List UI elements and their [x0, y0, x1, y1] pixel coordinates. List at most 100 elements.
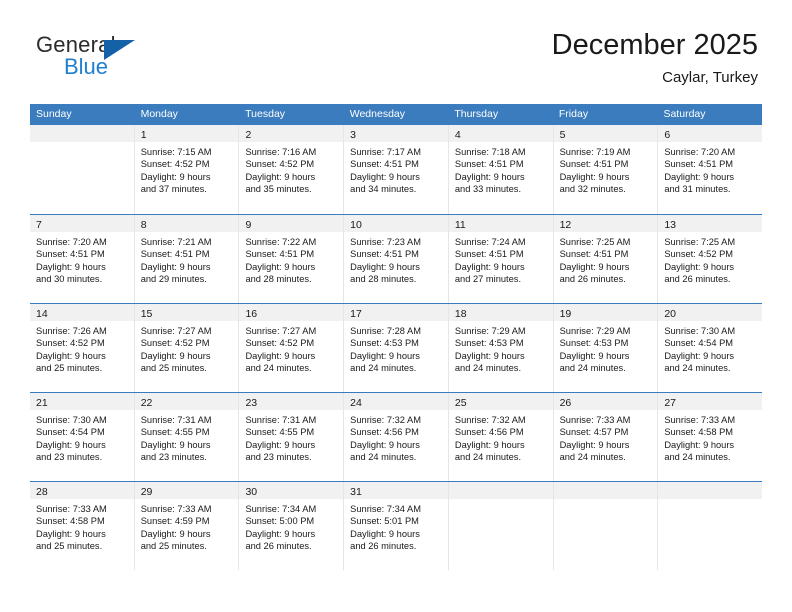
day-cell-29[interactable]: 29 Sunrise: 7:33 AM Sunset: 4:59 PM Dayligh…	[134, 482, 240, 570]
day-details: Sunrise: 7:32 AM Sunset: 4:56 PM Daylight:…	[344, 410, 448, 464]
title-block: December 2025 Caylar, Turkey	[552, 28, 758, 87]
day-details: Sunrise: 7:30 AM Sunset: 4:54 PM Daylight:…	[658, 321, 762, 375]
daylight-text-line2: and 34 minutes.	[350, 184, 417, 195]
day-cell-19[interactable]: 19 Sunrise: 7:29 AM Sunset: 4:53 PM Dayligh…	[553, 304, 659, 392]
daylight-text-line1: Daylight: 9 hours	[350, 350, 420, 361]
day-details: Sunrise: 7:32 AM Sunset: 4:56 PM Daylight:…	[449, 410, 553, 464]
daylight-text-line1: Daylight: 9 hours	[36, 261, 106, 272]
sunset-text: Sunset: 5:00 PM	[245, 516, 315, 527]
day-number: 1	[140, 129, 147, 141]
day-cell-11[interactable]: 11 Sunrise: 7:24 AM Sunset: 4:51 PM Dayligh…	[448, 215, 554, 303]
day-number-band: 21	[30, 393, 134, 410]
sunset-text: Sunset: 4:51 PM	[559, 159, 629, 170]
day-cell-27[interactable]: 27 Sunrise: 7:33 AM Sunset: 4:58 PM Dayligh…	[658, 393, 763, 481]
day-cell-14[interactable]: 14 Sunrise: 7:26 AM Sunset: 4:52 PM Dayligh…	[30, 304, 135, 392]
day-number-band: 1	[134, 125, 239, 142]
daylight-text-line1: Daylight: 9 hours	[140, 439, 211, 450]
calendar-week-row: 7 Sunrise: 7:20 AM Sunset: 4:51 PM Daylight…	[30, 214, 763, 303]
sunset-text: Sunset: 4:54 PM	[664, 338, 734, 349]
day-number-band: 28	[30, 482, 134, 499]
daylight-text-line2: and 31 minutes.	[664, 184, 731, 195]
sunset-text: Sunset: 4:51 PM	[140, 249, 210, 260]
day-details: Sunrise: 7:27 AM Sunset: 4:52 PM Daylight:…	[135, 321, 239, 375]
day-cell-4[interactable]: 4 Sunrise: 7:18 AM Sunset: 4:51 PM Daylight…	[448, 125, 554, 214]
day-cell-1[interactable]: 1 Sunrise: 7:15 AM Sunset: 4:52 PM Daylight…	[134, 125, 240, 214]
sunset-text: Sunset: 4:52 PM	[140, 159, 210, 170]
day-cell-22[interactable]: 22 Sunrise: 7:31 AM Sunset: 4:55 PM Dayligh…	[134, 393, 240, 481]
day-cell-21[interactable]: 21 Sunrise: 7:30 AM Sunset: 4:54 PM Dayligh…	[30, 393, 135, 481]
day-details	[30, 142, 134, 146]
daylight-text-line1: Daylight: 9 hours	[140, 350, 211, 361]
day-cell-3[interactable]: 3 Sunrise: 7:17 AM Sunset: 4:51 PM Daylight…	[344, 125, 449, 214]
day-cell-20[interactable]: 20 Sunrise: 7:30 AM Sunset: 4:54 PM Dayligh…	[658, 304, 763, 392]
day-details	[554, 499, 658, 503]
day-details: Sunrise: 7:34 AM Sunset: 5:00 PM Daylight:…	[239, 499, 343, 553]
daylight-text-line2: and 32 minutes.	[559, 184, 626, 195]
day-number: 15	[140, 308, 153, 320]
day-number-band: 24	[344, 393, 448, 410]
daylight-text-line1: Daylight: 9 hours	[140, 171, 211, 182]
day-details: Sunrise: 7:33 AM Sunset: 4:59 PM Daylight:…	[135, 499, 239, 553]
day-details: Sunrise: 7:31 AM Sunset: 4:55 PM Daylight:…	[135, 410, 239, 464]
day-cell-18[interactable]: 18 Sunrise: 7:29 AM Sunset: 4:53 PM Dayligh…	[448, 304, 554, 392]
day-number: 6	[664, 129, 671, 141]
day-cell-30[interactable]: 30 Sunrise: 7:34 AM Sunset: 5:00 PM Dayligh…	[239, 482, 345, 570]
location-subtitle: Caylar, Turkey	[662, 69, 758, 86]
day-cell-9[interactable]: 9 Sunrise: 7:22 AM Sunset: 4:51 PM Daylight…	[239, 215, 345, 303]
day-number: 25	[454, 397, 467, 409]
day-cell-16[interactable]: 16 Sunrise: 7:27 AM Sunset: 4:52 PM Dayligh…	[239, 304, 345, 392]
day-details	[449, 499, 553, 503]
daylight-text-line1: Daylight: 9 hours	[664, 261, 735, 272]
day-number-band: 14	[30, 304, 134, 321]
day-number: 18	[454, 308, 467, 320]
day-number: 5	[559, 129, 566, 141]
day-number-band: 18	[448, 304, 553, 321]
day-cell-28[interactable]: 28 Sunrise: 7:33 AM Sunset: 4:58 PM Dayligh…	[30, 482, 135, 570]
sunrise-text: Sunrise: 7:30 AM	[36, 415, 107, 425]
day-cell-12[interactable]: 12 Sunrise: 7:25 AM Sunset: 4:51 PM Dayligh…	[553, 215, 659, 303]
daylight-text-line1: Daylight: 9 hours	[245, 171, 316, 182]
daylight-text-line2: and 24 minutes.	[350, 363, 417, 374]
sunrise-text: Sunrise: 7:22 AM	[245, 237, 317, 247]
day-cell-10[interactable]: 10 Sunrise: 7:23 AM Sunset: 4:51 PM Dayligh…	[344, 215, 449, 303]
day-cell-31[interactable]: 31 Sunrise: 7:34 AM Sunset: 5:01 PM Dayligh…	[344, 482, 449, 570]
daylight-text-line1: Daylight: 9 hours	[36, 350, 106, 361]
day-details	[658, 499, 762, 503]
daylight-text-line2: and 26 minutes.	[664, 274, 731, 285]
sunrise-text: Sunrise: 7:25 AM	[559, 237, 631, 247]
day-cell-13[interactable]: 13 Sunrise: 7:25 AM Sunset: 4:52 PM Dayligh…	[658, 215, 763, 303]
sunrise-text: Sunrise: 7:28 AM	[350, 326, 421, 336]
general-blue-logo[interactable]: General Blue	[36, 33, 216, 89]
daylight-text-line2: and 24 minutes.	[454, 452, 522, 463]
calendar-week-row: 28 Sunrise: 7:33 AM Sunset: 4:58 PM Dayligh…	[30, 481, 763, 570]
day-cell-2[interactable]: 2 Sunrise: 7:16 AM Sunset: 4:52 PM Daylight…	[239, 125, 345, 214]
day-number: 7	[36, 219, 42, 231]
day-number-band: 8	[134, 215, 239, 232]
daylight-text-line1: Daylight: 9 hours	[664, 350, 735, 361]
sunrise-text: Sunrise: 7:18 AM	[454, 147, 526, 157]
day-details: Sunrise: 7:26 AM Sunset: 4:52 PM Daylight:…	[30, 321, 134, 375]
day-details: Sunrise: 7:29 AM Sunset: 4:53 PM Daylight:…	[449, 321, 553, 375]
day-cell-24[interactable]: 24 Sunrise: 7:32 AM Sunset: 4:56 PM Dayligh…	[344, 393, 449, 481]
weekday-header-saturday: Saturday	[663, 108, 706, 120]
day-cell-8[interactable]: 8 Sunrise: 7:21 AM Sunset: 4:51 PM Daylight…	[134, 215, 240, 303]
calendar-grid: Sunday Monday Tuesday Wednesday Thursday Frid…	[30, 104, 763, 570]
day-cell-6[interactable]: 6 Sunrise: 7:20 AM Sunset: 4:51 PM Daylight…	[658, 125, 763, 214]
daylight-text-line1: Daylight: 9 hours	[559, 261, 630, 272]
day-cell-25[interactable]: 25 Sunrise: 7:32 AM Sunset: 4:56 PM Dayligh…	[448, 393, 554, 481]
sunset-text: Sunset: 4:52 PM	[36, 338, 105, 349]
weekday-header-wednesday: Wednesday	[349, 108, 405, 120]
day-cell-5[interactable]: 5 Sunrise: 7:19 AM Sunset: 4:51 PM Daylight…	[553, 125, 659, 214]
daylight-text-line1: Daylight: 9 hours	[36, 528, 106, 539]
day-number-band: 13	[658, 215, 763, 232]
day-number-band: 23	[239, 393, 344, 410]
day-cell-15[interactable]: 15 Sunrise: 7:27 AM Sunset: 4:52 PM Dayligh…	[134, 304, 240, 392]
day-cell-23[interactable]: 23 Sunrise: 7:31 AM Sunset: 4:55 PM Dayligh…	[239, 393, 345, 481]
day-cell-26[interactable]: 26 Sunrise: 7:33 AM Sunset: 4:57 PM Dayligh…	[553, 393, 659, 481]
day-number: 12	[559, 219, 572, 231]
daylight-text-line2: and 23 minutes.	[36, 452, 103, 463]
day-cell-17[interactable]: 17 Sunrise: 7:28 AM Sunset: 4:53 PM Dayligh…	[344, 304, 449, 392]
sunset-text: Sunset: 4:53 PM	[454, 338, 524, 349]
day-cell-7[interactable]: 7 Sunrise: 7:20 AM Sunset: 4:51 PM Daylight…	[30, 215, 135, 303]
day-number-band: 31	[344, 482, 448, 499]
